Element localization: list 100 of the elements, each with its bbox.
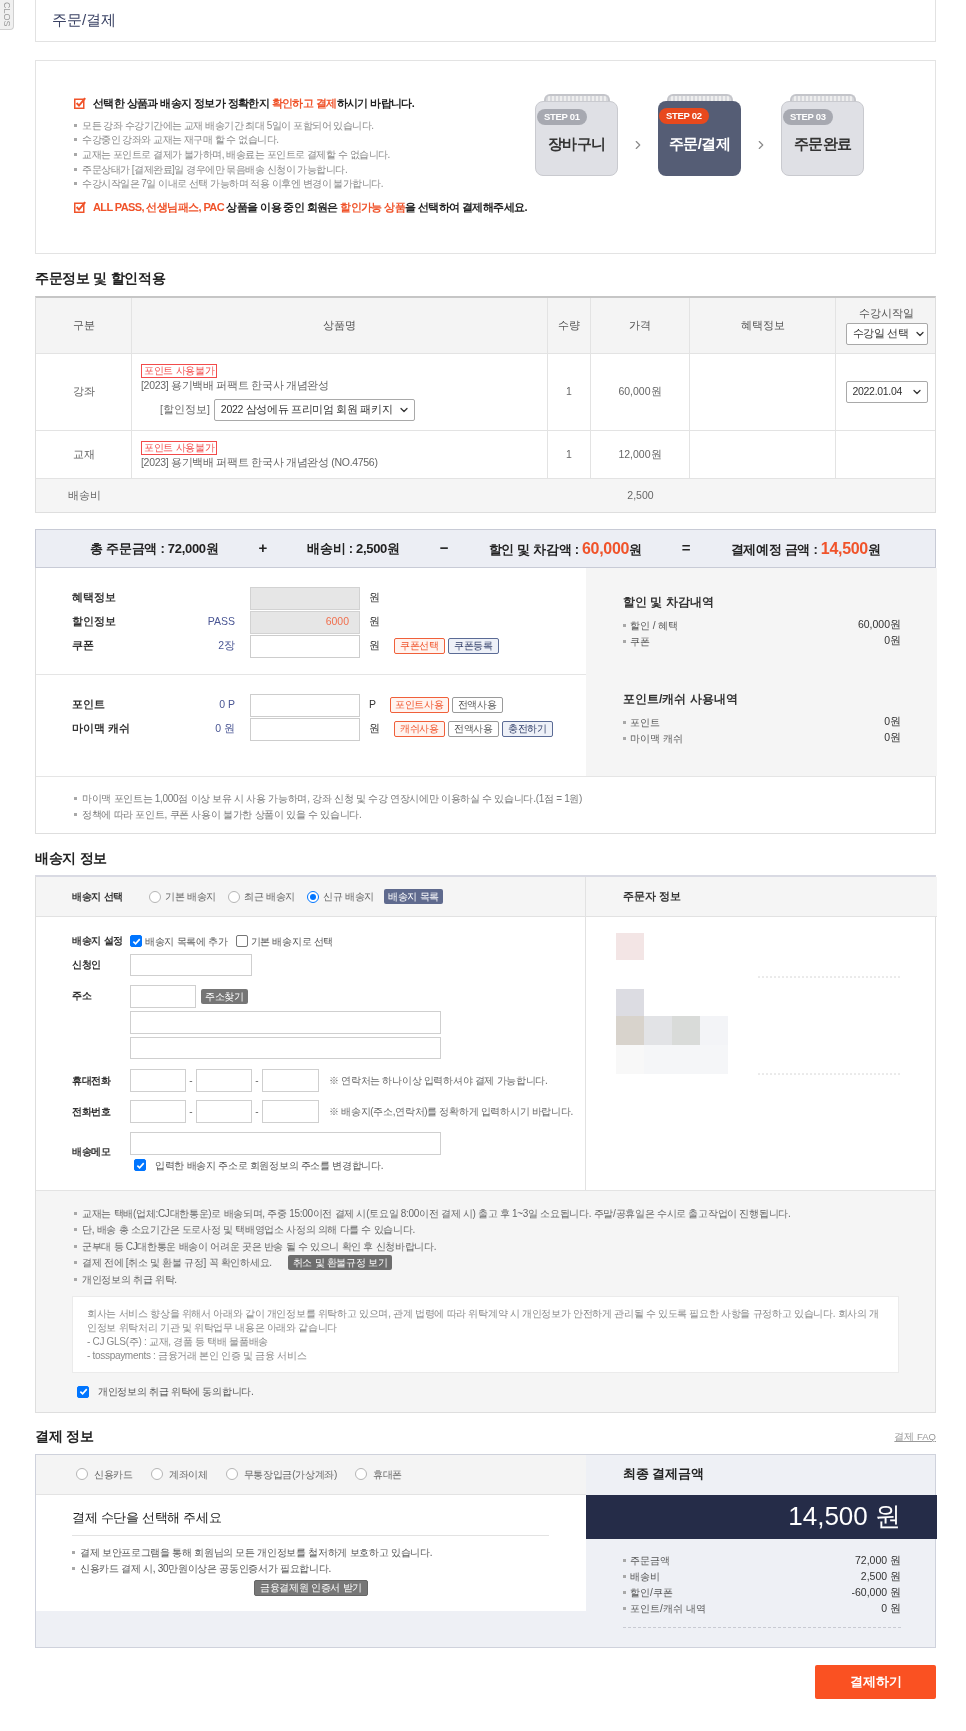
unit-text: 원 (369, 590, 380, 606)
bullet-icon (74, 1211, 77, 1215)
summary-value: 60,000원 (857, 617, 901, 633)
small-button[interactable]: 전액사용 (448, 721, 499, 737)
bullet-icon (623, 720, 626, 724)
refund-policy-button[interactable]: 취소 및 환불규정 보기 (287, 1255, 393, 1271)
panel-title: 포인트/캐쉬 사용내역 (623, 691, 739, 708)
checkbox[interactable] (235, 935, 248, 947)
input-field[interactable] (262, 1100, 319, 1123)
notice-text: 교재는 포인트로 결제가 불가하며, 배송료는 포인트로 결제할 수 없습니다. (82, 148, 390, 162)
input-field[interactable] (130, 1100, 186, 1123)
amount-input[interactable] (250, 693, 360, 717)
notice-text: 주문상태가 [결제완료]일 경우에만 묶음배송 신청이 가능합니다. (82, 162, 348, 177)
field-label: 휴대전화 (72, 1073, 112, 1088)
bullet-icon (74, 796, 77, 800)
input-field[interactable] (130, 954, 252, 976)
bullet-icon (623, 1559, 626, 1562)
hint-text: ※ 연락처는 하나이상 입력하셔야 결제 가능합니다. (329, 1074, 548, 1088)
field-label: 전화번호 (72, 1104, 112, 1119)
address-list-button[interactable]: 배송지 목록 (383, 889, 443, 904)
info-text: 0 원 (215, 721, 235, 737)
notice-headline: ALL PASS, 선생님패스, PAC 상품을 이용 중인 회원은 할인가능 상품을 선택하여 결제해주세요. (93, 199, 527, 215)
operator-sign: = (681, 538, 691, 559)
discount-select[interactable]: 2022 삼성에듀 프리미엄 회원 패키지 (213, 398, 415, 421)
column-header: 구분 (72, 317, 95, 333)
field-label: 배송메모 (72, 1145, 112, 1159)
bullet-icon (74, 167, 77, 171)
checkbox[interactable] (134, 1159, 146, 1171)
column-header: 상품명 (323, 317, 356, 333)
radio-button[interactable] (306, 890, 319, 903)
page-title: 주문/결제 (52, 10, 117, 31)
amount-input[interactable] (250, 634, 360, 658)
small-button[interactable]: 전액사용 (451, 697, 503, 713)
certificate-button[interactable]: 금융결제원 인증서 받기 (254, 1579, 368, 1596)
field-label: 배송지 선택 (72, 890, 124, 904)
discount-label: [할인정보] (160, 401, 210, 417)
bullet-icon (74, 1277, 77, 1281)
unit-text: 원 (369, 614, 380, 630)
step-card[interactable]: STEP 01 장바구니 (535, 101, 618, 176)
faq-link[interactable]: 결제 FAQ (894, 1430, 936, 1445)
radio-button[interactable] (355, 1468, 367, 1480)
table-cell-text: 교재 (72, 446, 95, 462)
bullet-icon (74, 153, 77, 156)
input-field[interactable] (130, 1132, 441, 1155)
input-field[interactable] (262, 1069, 319, 1092)
summary-value: 0 원 (881, 1600, 901, 1616)
small-button[interactable]: 캐쉬사용 (394, 721, 445, 737)
input-field[interactable] (130, 1037, 441, 1059)
small-button[interactable]: 포인트사용 (390, 697, 449, 713)
date-select[interactable]: 수강일 선택 (845, 322, 928, 345)
amount-input[interactable] (250, 717, 360, 741)
input-field[interactable] (196, 1069, 252, 1092)
checkbox[interactable] (77, 1385, 89, 1398)
bullet-icon (74, 812, 77, 816)
operator-sign: + (258, 538, 268, 559)
summary-label: 쿠폰 (630, 634, 650, 649)
panel-title: 최종 결제금액 (623, 1466, 705, 1484)
step-card[interactable]: STEP 03 주문완료 (781, 101, 864, 176)
address-search-button[interactable]: 주소찾기 (201, 989, 248, 1004)
status-badge: 포인트 사용불가 (141, 440, 218, 455)
checkbox[interactable] (130, 935, 142, 947)
input-field[interactable] (130, 1011, 441, 1034)
step-badge: STEP 02 (659, 108, 709, 124)
note-text: 단, 배송 총 소요기간은 도로사정 및 택배영업소 사정의 의해 다를 수 있습니다. (82, 1223, 415, 1238)
separator-text: - (254, 1105, 260, 1119)
summary-label: 할인 / 혜택 (630, 618, 679, 633)
bullet-icon (623, 639, 626, 643)
privacy-text: - tosspayments : 금융거래 본인 인증 및 금융 서비스 (87, 1348, 308, 1363)
input-field[interactable] (130, 1069, 186, 1092)
checkbox-label: 배송지 목록에 추가 (145, 934, 228, 949)
radio-button[interactable] (225, 1468, 238, 1480)
date-select[interactable]: 2022.01.04 (845, 381, 928, 403)
radio-button[interactable] (149, 890, 161, 903)
small-button[interactable]: 쿠폰선택 (394, 638, 445, 654)
summary-value: -60,000 원 (851, 1584, 901, 1600)
column-header: 혜택정보 (740, 317, 785, 333)
pay-button[interactable]: 결제하기 (815, 1664, 936, 1699)
bullet-icon (623, 1575, 626, 1578)
bullet-icon (623, 623, 626, 627)
status-badge: 포인트 사용불가 (141, 363, 218, 378)
bullet-icon (623, 1607, 626, 1610)
note-text: 신용카드 결제 시, 30만원이상은 공동인증서가 필요합니다. (80, 1562, 331, 1576)
step-card[interactable]: STEP 02 주문/결제 (658, 101, 741, 176)
input-field[interactable] (130, 985, 196, 1008)
radio-button[interactable] (150, 1468, 163, 1480)
small-button[interactable]: 충전하기 (502, 721, 553, 737)
note-text: 결제 보안프로그램을 통해 회원님의 모든 개인정보를 철저하게 보호하고 있습니다. (80, 1546, 433, 1560)
radio-label: 기본 배송지 (165, 890, 216, 904)
product-name: [2023] 용기백배 퍼팩트 한국사 개념완성 (NO.4756) (141, 454, 378, 469)
radio-button[interactable] (76, 1468, 88, 1480)
input-field[interactable] (196, 1100, 252, 1123)
info-text: 0 P (219, 697, 235, 713)
column-header: 수강시작일 (859, 306, 914, 320)
small-button[interactable]: 쿠폰등록 (448, 638, 499, 654)
summary-amount: 총 주문금액 : 72,000원 (90, 539, 219, 558)
notice-text: 수강시작일은 7일 이내로 선택 가능하며 적용 이후엔 변경이 불가합니다. (82, 177, 384, 192)
summary-value: 2,500 원 (860, 1568, 901, 1584)
bullet-icon (72, 1567, 75, 1570)
field-label: 주소 (72, 989, 93, 1003)
radio-button[interactable] (228, 890, 240, 903)
